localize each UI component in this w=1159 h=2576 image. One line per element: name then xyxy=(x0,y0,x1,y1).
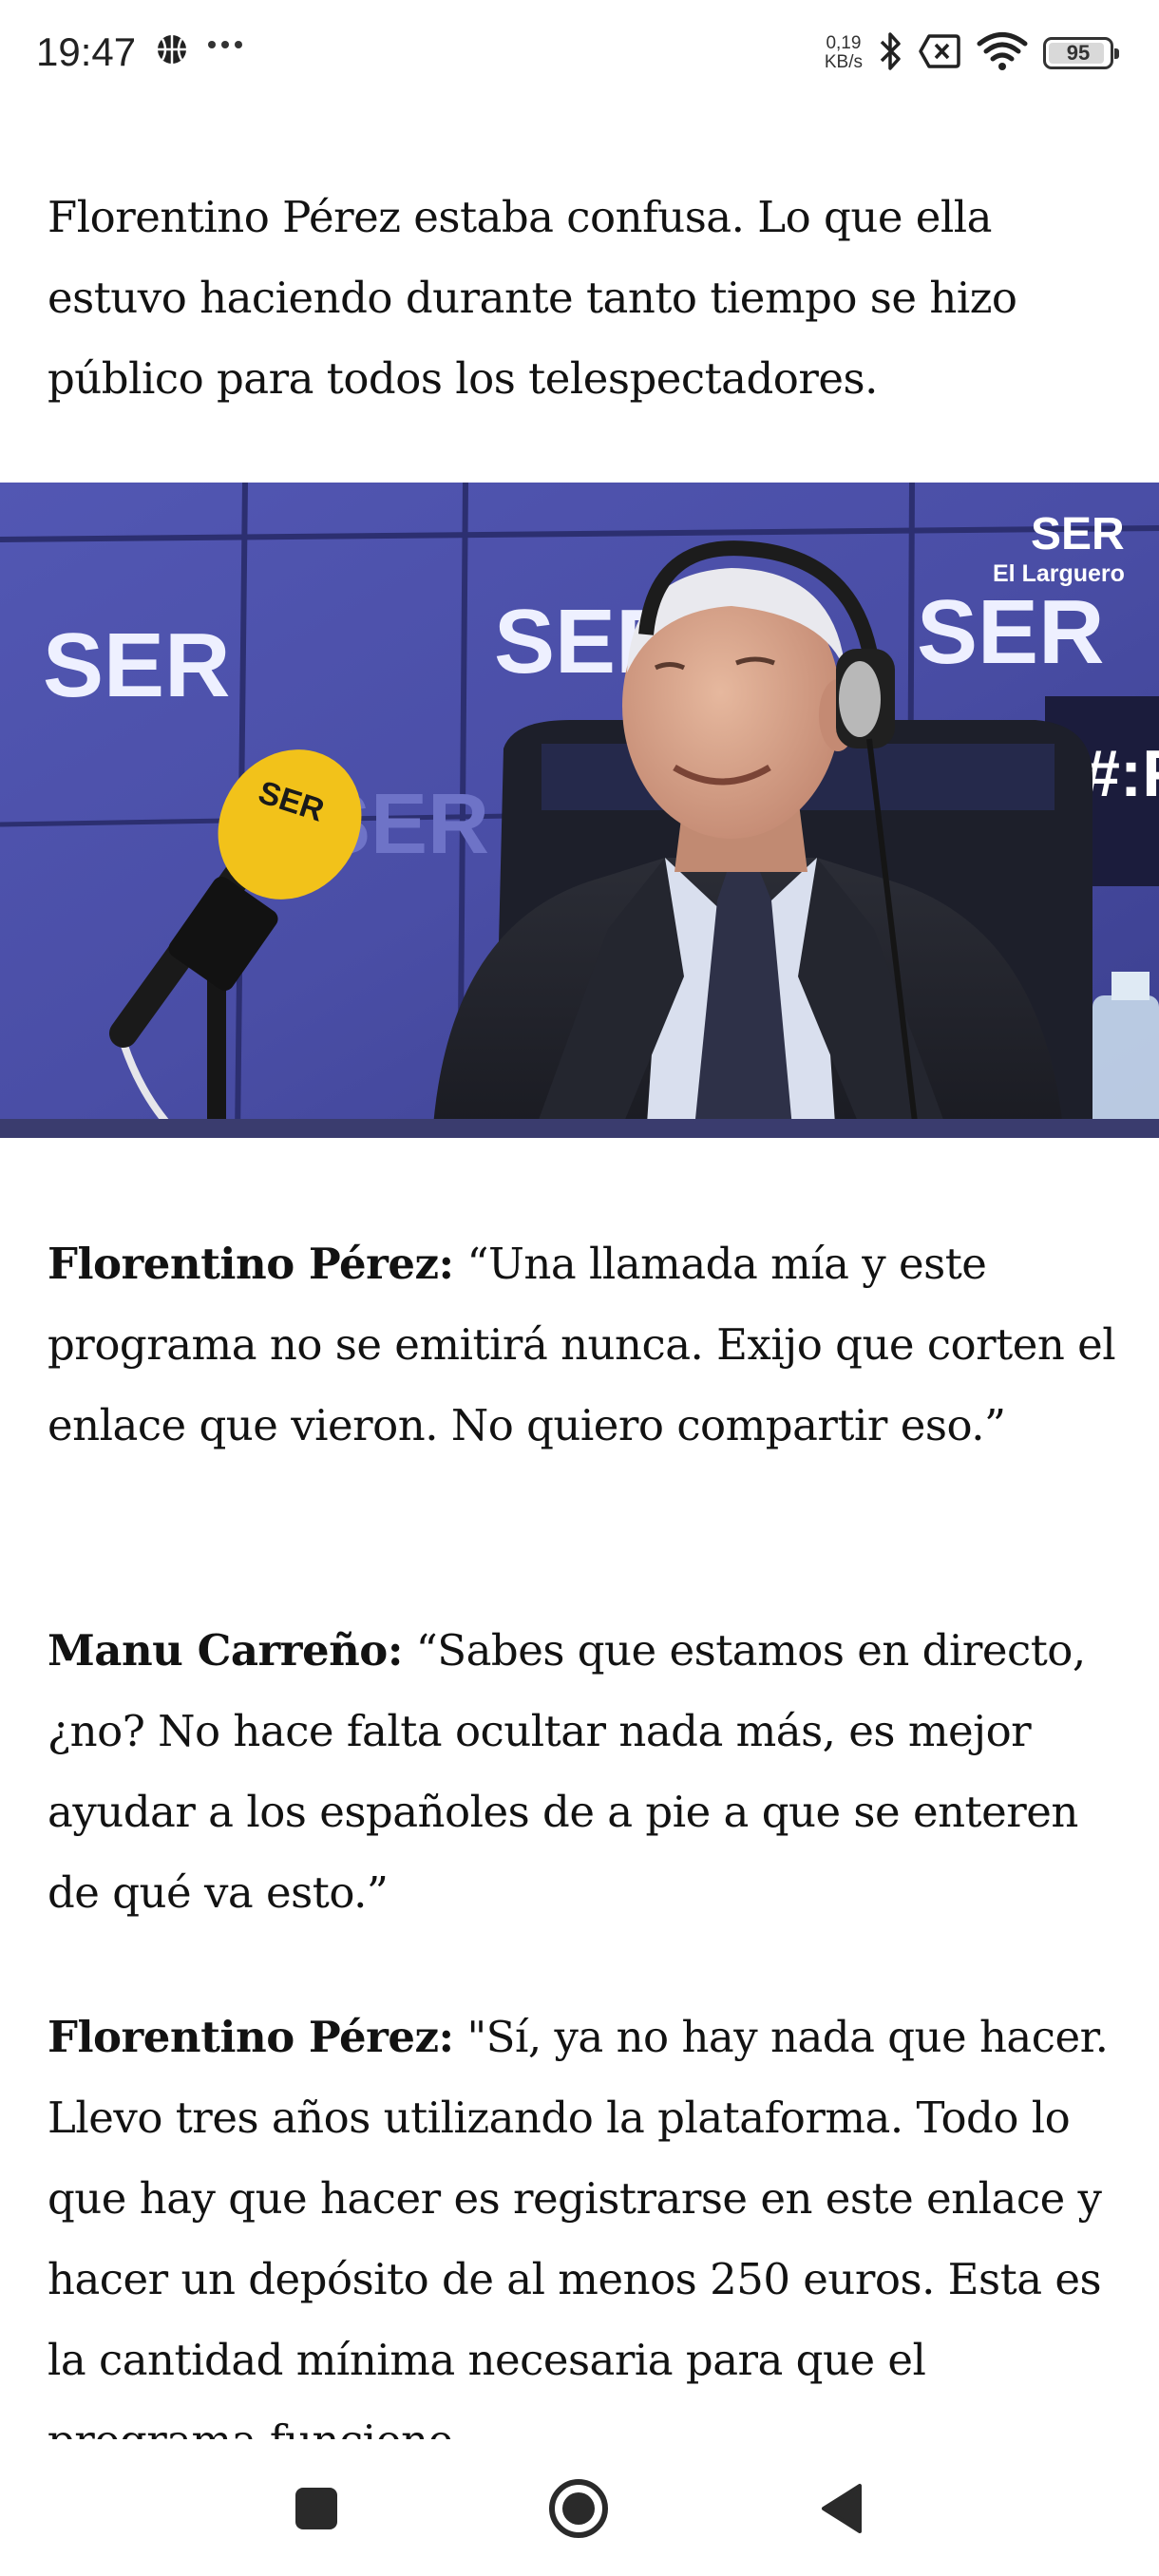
square-icon xyxy=(295,2488,337,2529)
hashtag-text: #:F xyxy=(1083,736,1159,810)
status-icons: 0,19 KB/s 95 xyxy=(825,27,1119,80)
basketball-icon xyxy=(155,32,189,71)
battery-icon: 95 xyxy=(1043,37,1119,69)
wall-logo: SER xyxy=(917,581,1104,683)
article-photo: #:F SER SER SER SER SER El Larguero xyxy=(0,483,1159,1138)
status-bar: 19:47 0,19 KB/s 95 xyxy=(0,0,1159,104)
studio-photo: #:F SER SER SER SER SER El Larguero xyxy=(0,483,1159,1138)
dialogue-paragraph: Manu Carreño: “Sabes que estamos en dire… xyxy=(48,1610,1121,1933)
dialogue-paragraph: Florentino Pérez: “Una llamada mía y est… xyxy=(48,1223,1121,1466)
program-name: El Larguero xyxy=(993,560,1125,587)
more-dots-icon xyxy=(207,38,243,55)
navigation-bar xyxy=(0,2439,1159,2576)
net-speed-value: 0,19 xyxy=(826,33,862,53)
speaker-name: Florentino Pérez: xyxy=(48,2012,454,2062)
network-speed: 0,19 KB/s xyxy=(825,34,863,72)
channel-logo: SER xyxy=(1031,509,1125,559)
recents-button[interactable] xyxy=(274,2466,359,2551)
dialogue-text: "Sí, ya no hay nada que hacer. Llevo tre… xyxy=(48,2012,1109,2466)
home-button[interactable] xyxy=(536,2466,621,2551)
speaker-name: Florentino Pérez: xyxy=(48,1239,454,1289)
wall-logo: SER xyxy=(43,615,230,716)
net-speed-unit: KB/s xyxy=(824,52,863,72)
wifi-icon xyxy=(977,31,1028,76)
battery-level: 95 xyxy=(1066,41,1091,65)
circle-icon xyxy=(549,2479,608,2538)
back-button[interactable] xyxy=(798,2466,884,2551)
intro-paragraph: Florentino Pérez estaba confusa. Lo que … xyxy=(48,192,1017,404)
sim-off-icon xyxy=(918,32,961,75)
triangle-back-icon xyxy=(822,2484,862,2533)
status-time: 19:47 xyxy=(36,29,137,74)
speaker-name: Manu Carreño: xyxy=(48,1625,403,1676)
dialogue-paragraph: Florentino Pérez: "Sí, ya no hay nada qu… xyxy=(48,1997,1121,2481)
bluetooth-icon xyxy=(878,30,902,77)
